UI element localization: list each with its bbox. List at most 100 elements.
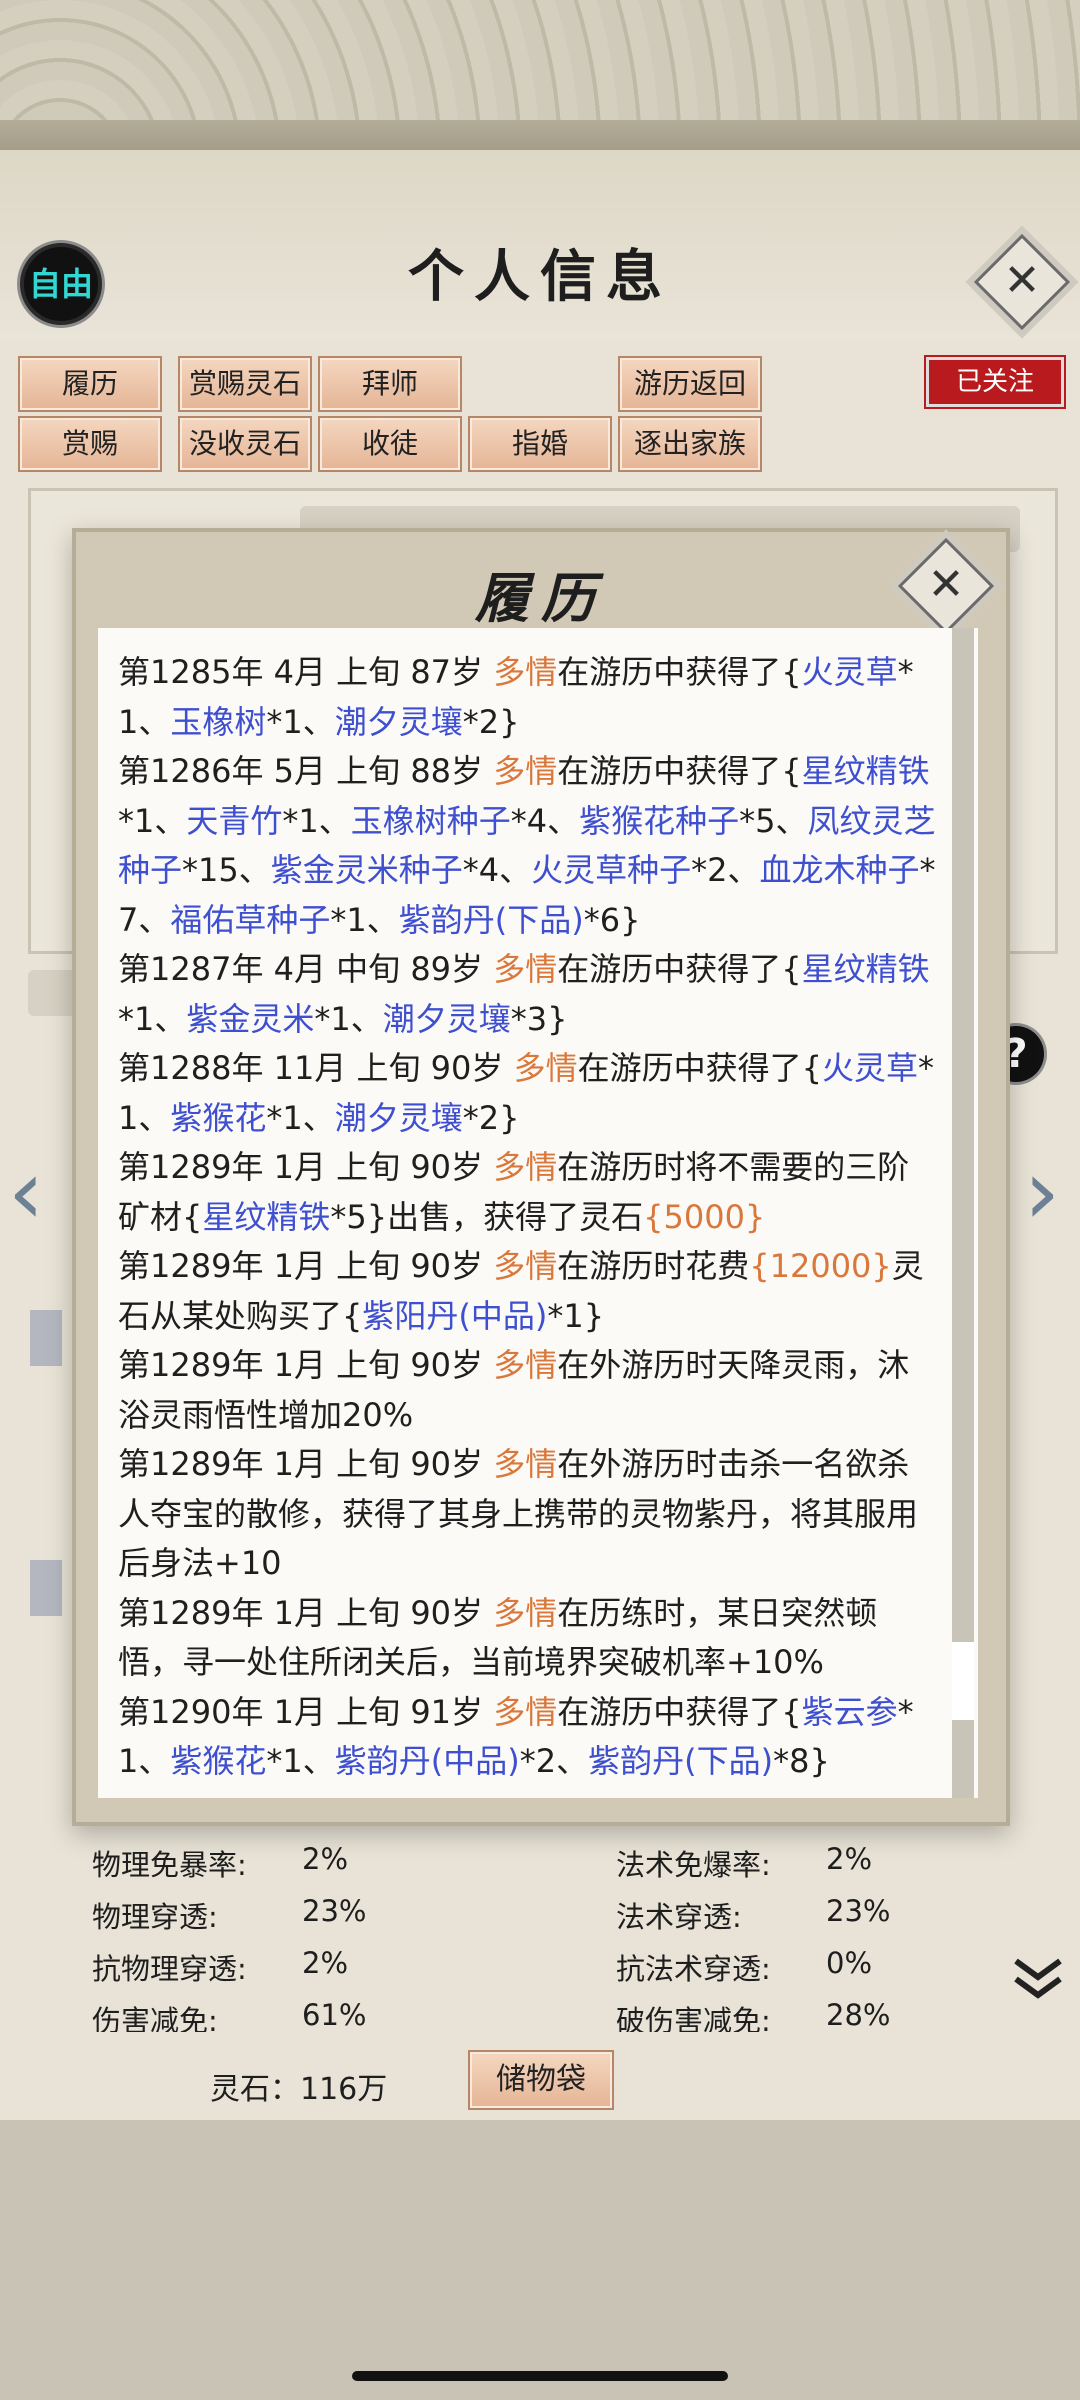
item-link[interactable]: 玉橡树 [170,703,266,741]
entry-text: 在游历中获得了{ [557,1692,802,1731]
arrange-marriage-button[interactable]: 指婚 [468,416,612,472]
item-link[interactable]: 天青竹 [186,802,282,840]
character-name[interactable]: 多情 [493,950,557,988]
previous-arrow-icon[interactable]: ‹ [8,1140,44,1245]
item-link[interactable]: 血龙木种子 [760,851,920,889]
item-link[interactable]: 紫韵丹(中品) [335,1742,520,1780]
entry-text: *3} [510,999,568,1038]
stat-label: 伤害减免: [92,2004,218,2032]
item-link[interactable]: 紫猴花种子 [579,802,739,840]
storage-bag-button[interactable]: 储物袋 [468,2050,614,2110]
take-disciple-button[interactable]: 收徒 [318,416,462,472]
expel-from-family-button[interactable]: 逐出家族 [618,416,762,472]
character-name[interactable]: 多情 [493,1594,557,1632]
resume-log-area[interactable]: 第1285年 4月 上旬 87岁 多情在游历中获得了{火灵草*1、玉橡树*1、潮… [98,628,978,1798]
stat-value: 61% [302,1998,367,2032]
amount-text: {5000} [643,1197,766,1236]
entry-text: 在游历中获得了{ [557,950,802,988]
home-indicator[interactable] [352,2371,728,2381]
item-link[interactable]: 星纹精铁 [802,752,930,790]
reward-button[interactable]: 赏赐 [18,416,162,472]
resume-entry: 第1286年 5月 上旬 88岁 多情在游历中获得了{星纹精铁*1、天青竹*1、… [118,747,938,945]
item-link[interactable]: 福佑草种子 [170,901,330,939]
side-tab[interactable] [30,1310,62,1366]
item-link[interactable]: 火灵草 [802,653,898,691]
modal-title: 履历 [475,566,607,630]
entry-text: 在游历时花费 [557,1247,750,1285]
character-name[interactable]: 多情 [493,752,557,790]
next-arrow-icon[interactable]: › [1024,1140,1060,1245]
item-link[interactable]: 玉橡树种子 [351,802,511,840]
resume-entry: 第1289年 1月 上旬 90岁 多情在游历时花费{12000}灵石从某处购买了… [118,1242,938,1341]
stat-label: 破伤害减免: [616,2004,771,2032]
top-decor-band [0,0,1080,150]
resume-entry: 第1289年 1月 上旬 90岁 多情在外游历时击杀一名欲杀人夺宝的散修，获得了… [118,1440,938,1589]
item-link[interactable]: 紫韵丹(下品) [399,901,584,939]
stat-value: 28% [826,1998,891,2032]
item-link[interactable]: 星纹精铁 [802,950,930,988]
stat-value: 2% [302,1946,349,1980]
amount-text: {12000} [749,1247,892,1285]
entry-text: *2、 [519,1742,589,1780]
character-name[interactable]: 多情 [493,1346,557,1384]
character-name[interactable]: 多情 [493,1148,557,1186]
entry-text: *1、 [266,1098,335,1137]
entry-text: *5、 [739,801,808,840]
item-link[interactable]: 火灵草 [822,1049,918,1087]
chevron-double-down-icon[interactable] [1012,1955,1064,2001]
entry-date: 第1289年 1月 上旬 90岁 [118,1148,494,1186]
bottom-decor-band [0,2120,1080,2400]
entry-date: 第1289年 1月 上旬 90岁 [118,1247,494,1285]
stat-label: 物理免暴率: [92,1848,247,1882]
entry-text: *1、 [118,999,187,1038]
entry-date: 第1286年 5月 上旬 88岁 [118,752,494,790]
item-link[interactable]: 紫金灵米 [186,1000,314,1038]
followed-badge[interactable]: 已关注 [926,357,1064,407]
reward-stones-button[interactable]: 赏赐灵石 [178,356,312,412]
item-link[interactable]: 火灵草种子 [531,851,691,889]
entry-text: *2} [462,702,520,741]
character-name[interactable]: 多情 [493,653,557,691]
resume-entry: 第1287年 4月 中旬 89岁 多情在游历中获得了{星纹精铁 *1、紫金灵米*1… [118,945,938,1044]
entry-text: *1、 [314,999,383,1038]
item-link[interactable]: 紫猴花 [170,1742,266,1780]
entry-date: 第1289年 1月 上旬 90岁 [118,1445,494,1483]
item-link[interactable]: 紫云参 [802,1693,898,1731]
entry-date: 第1289年 1月 上旬 90岁 [118,1593,494,1632]
entry-date: 第1289年 1月 上旬 90岁 [118,1346,494,1384]
entry-text: *4、 [462,851,532,889]
item-link[interactable]: 紫猴花 [170,1099,266,1137]
resume-entry: 第1285年 4月 上旬 87岁 多情在游历中获得了{火灵草*1、玉橡树*1、潮… [118,648,938,747]
entry-date: 第1287年 4月 中旬 89岁 [118,950,494,988]
scrollbar-track[interactable] [952,628,974,1798]
character-name[interactable]: 多情 [514,1049,578,1087]
entry-date: 第1288年 11月 上旬 90岁 [118,1049,514,1087]
resume-button[interactable]: 履历 [18,356,162,412]
entry-text: *5}出售，获得了灵石 [330,1197,644,1236]
free-status-badge[interactable]: 自由 [20,243,102,325]
stat-label: 抗法术穿透: [616,1952,771,1986]
item-link[interactable]: 紫韵丹(下品) [588,1742,773,1780]
travel-return-button[interactable]: 游历返回 [618,356,762,412]
apprentice-button[interactable]: 拜师 [318,356,462,412]
resume-entry: 第1289年 1月 上旬 90岁 多情在游历时将不需要的三阶矿材{星纹精铁*5}… [118,1143,938,1242]
side-tab[interactable] [30,1560,62,1616]
item-link[interactable]: 潮夕灵壤 [383,1000,511,1038]
spirit-stone-count: 灵石：116万 [210,2072,388,2107]
stat-value: 2% [826,1842,873,1876]
item-link[interactable]: 潮夕灵壤 [335,703,463,741]
stat-label: 物理穿透: [92,1900,218,1934]
entry-text: 在游历中获得了{ [577,1049,822,1087]
entry-text: *8} [773,1742,830,1780]
entry-text: *2、 [691,851,760,889]
character-name[interactable]: 多情 [493,1445,557,1483]
confiscate-stones-button[interactable]: 没收灵石 [178,416,312,472]
character-name[interactable]: 多情 [493,1247,557,1285]
entry-text: *1、 [118,801,187,840]
scrollbar-thumb[interactable] [952,1642,974,1720]
item-link[interactable]: 星纹精铁 [202,1198,330,1236]
item-link[interactable]: 紫阳丹(中品) [362,1297,547,1335]
character-name[interactable]: 多情 [493,1693,557,1731]
item-link[interactable]: 潮夕灵壤 [335,1099,463,1137]
item-link[interactable]: 紫金灵米种子 [271,851,463,889]
